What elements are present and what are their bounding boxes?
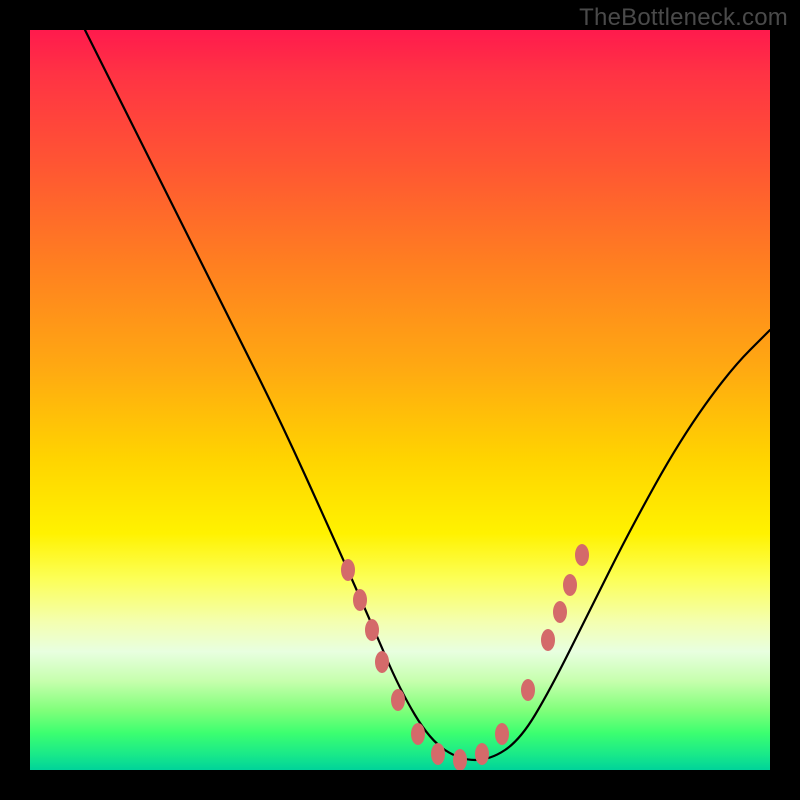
watermark-text: TheBottleneck.com xyxy=(579,4,788,32)
chart-border xyxy=(0,0,800,800)
